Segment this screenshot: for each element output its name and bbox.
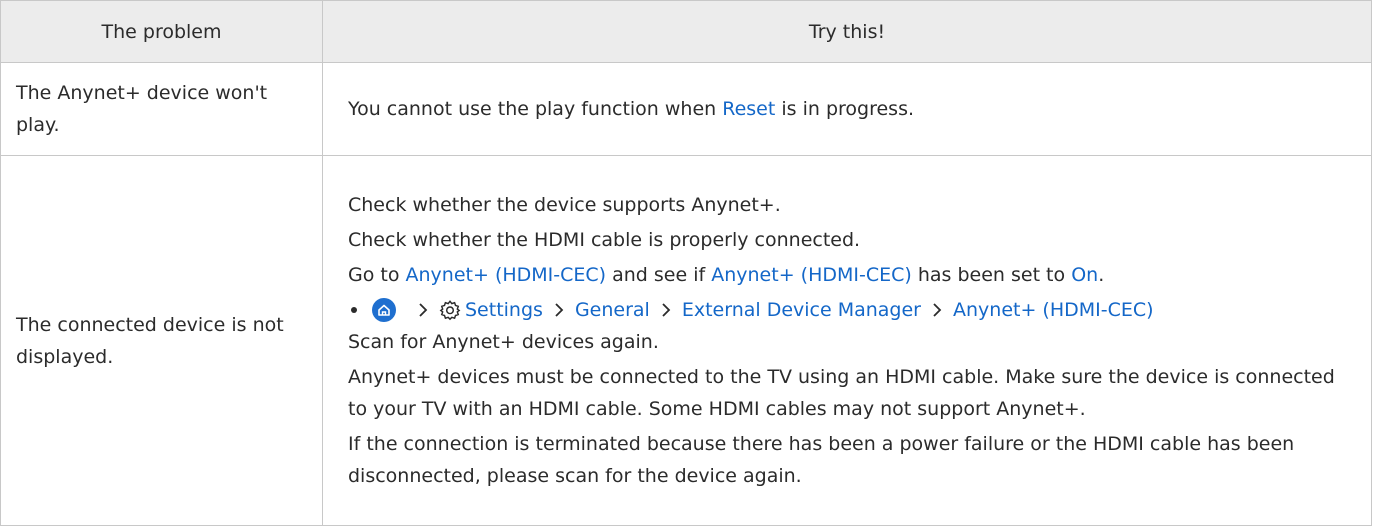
scan-again-text: Scan for Anynet+ devices again.	[348, 331, 659, 353]
solution-text: You cannot use the play function when	[348, 98, 723, 120]
goto-prefix: Go to	[348, 264, 406, 286]
path-external-device-manager[interactable]: External Device Manager	[682, 294, 921, 326]
chevron-right-icon	[662, 303, 671, 317]
anynet-link[interactable]: Anynet+ (HDMI-CEC)	[406, 264, 607, 286]
header-try-this: Try this!	[322, 0, 1372, 63]
home-icon[interactable]	[372, 298, 396, 322]
chevron-right-icon	[419, 303, 428, 317]
check-support-text: Check whether the device supports Anynet…	[348, 194, 781, 216]
solution-cell: You cannot use the play function when Re…	[322, 62, 1372, 156]
problem-cell: The connected device is not displayed.	[0, 155, 323, 526]
goto-end: .	[1098, 264, 1105, 286]
solution-cell: Check whether the device supports Anynet…	[322, 155, 1372, 526]
chevron-right-icon	[555, 303, 564, 317]
problem-cell: The Anynet+ device won't play.	[0, 62, 323, 156]
gear-icon	[439, 300, 461, 321]
chevron-right-icon	[933, 303, 942, 317]
goto-middle: and see if	[606, 264, 712, 286]
hdmi-requirement-text: Anynet+ devices must be connected to the…	[348, 366, 1335, 420]
goto-text: Go to Anynet+ (HDMI-CEC) and see if Anyn…	[348, 259, 1357, 291]
menu-path: Settings General External Device Manager…	[348, 294, 1357, 326]
path-settings[interactable]: Settings	[465, 294, 543, 326]
table-row: The connected device is not displayed. C…	[0, 155, 1372, 526]
goto-middle-2: has been set to	[911, 264, 1072, 286]
anynet-link-2[interactable]: Anynet+ (HDMI-CEC)	[711, 264, 912, 286]
table-header-row: The problem Try this!	[0, 0, 1372, 63]
path-anynet[interactable]: Anynet+ (HDMI-CEC)	[953, 294, 1154, 326]
table-row: The Anynet+ device won't play. You canno…	[0, 62, 1372, 156]
on-value: On	[1071, 264, 1099, 286]
bullet-icon	[351, 307, 357, 313]
path-general[interactable]: General	[575, 294, 650, 326]
solution-text: is in progress.	[775, 98, 915, 120]
troubleshooting-table: The problem Try this! The Anynet+ device…	[0, 0, 1372, 526]
check-cable-text: Check whether the HDMI cable is properly…	[348, 229, 861, 251]
header-problem: The problem	[0, 0, 323, 63]
reset-link[interactable]: Reset	[722, 98, 775, 120]
connection-terminated-text: If the connection is terminated because …	[348, 433, 1295, 487]
